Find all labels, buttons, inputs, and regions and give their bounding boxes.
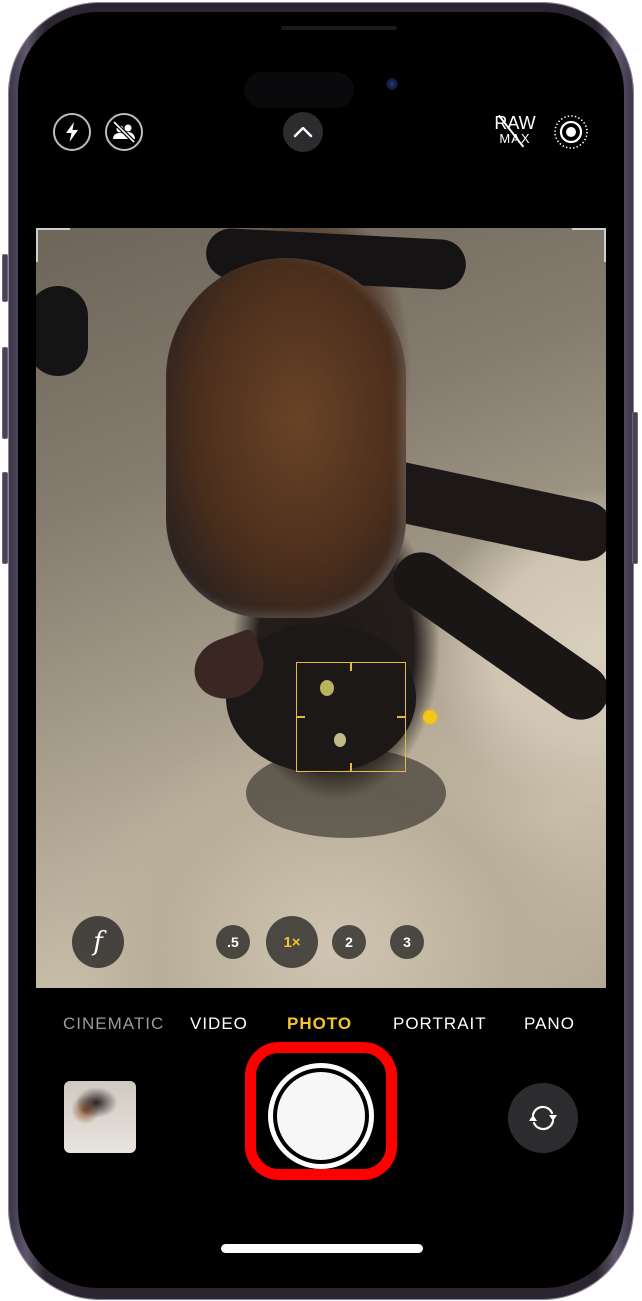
live-photo-icon xyxy=(554,115,588,149)
viewfinder-corner xyxy=(36,228,70,262)
camera-flip-icon xyxy=(529,1105,557,1131)
volume-down-button[interactable] xyxy=(2,472,8,564)
cat-leg xyxy=(382,541,606,731)
chevron-up-icon xyxy=(293,126,313,138)
raw-max-toggle[interactable]: RAW MAX xyxy=(490,114,540,152)
zoom-1x-button[interactable]: 1× xyxy=(266,916,318,968)
mode-cinematic[interactable]: CINEMATIC xyxy=(63,1014,164,1034)
live-photo-button[interactable] xyxy=(552,113,590,151)
raw-label: RAW xyxy=(494,113,536,133)
home-indicator[interactable] xyxy=(221,1244,423,1253)
flash-icon xyxy=(66,122,78,142)
mode-photo[interactable]: PHOTO xyxy=(287,1014,352,1034)
power-button[interactable] xyxy=(632,412,638,564)
people-crossed-icon xyxy=(112,120,136,144)
focus-tick xyxy=(397,716,405,718)
background-object xyxy=(36,286,88,376)
aperture-button[interactable]: f xyxy=(72,916,124,968)
shutter-button-inner[interactable] xyxy=(277,1072,365,1160)
zoom-label: 1× xyxy=(283,933,301,951)
exposure-sun-icon[interactable] xyxy=(423,710,437,724)
last-photo-thumbnail[interactable] xyxy=(64,1081,136,1153)
focus-tick xyxy=(350,763,352,771)
camera-flip-button[interactable] xyxy=(508,1083,578,1153)
flash-button[interactable] xyxy=(53,113,91,151)
aperture-f-icon: f xyxy=(93,927,103,957)
mode-video[interactable]: VIDEO xyxy=(190,1014,248,1034)
zoom-3x-button[interactable]: 3 xyxy=(390,925,424,959)
live-photo-off-button[interactable] xyxy=(105,113,143,151)
zoom-0-5-button[interactable]: .5 xyxy=(216,925,250,959)
zoom-2x-button[interactable]: 2 xyxy=(332,925,366,959)
dynamic-island xyxy=(244,72,354,108)
focus-box[interactable] xyxy=(296,662,406,772)
viewfinder[interactable] xyxy=(36,228,606,988)
action-button[interactable] xyxy=(2,254,8,302)
focus-tick xyxy=(297,716,305,718)
mode-selector[interactable]: CINEMATIC VIDEO PHOTO PORTRAIT PANO xyxy=(0,1014,642,1040)
zoom-label: 2 xyxy=(345,934,353,950)
zoom-label: .5 xyxy=(227,934,239,950)
focus-tick xyxy=(350,663,352,671)
cat-body xyxy=(166,258,406,618)
viewfinder-corner xyxy=(572,228,606,262)
mode-portrait[interactable]: PORTRAIT xyxy=(393,1014,487,1034)
earpiece-speaker xyxy=(281,26,397,30)
mode-pano[interactable]: PANO xyxy=(524,1014,575,1034)
zoom-label: 3 xyxy=(403,934,411,950)
volume-up-button[interactable] xyxy=(2,347,8,439)
expand-controls-button[interactable] xyxy=(283,112,323,152)
front-camera xyxy=(386,78,398,90)
